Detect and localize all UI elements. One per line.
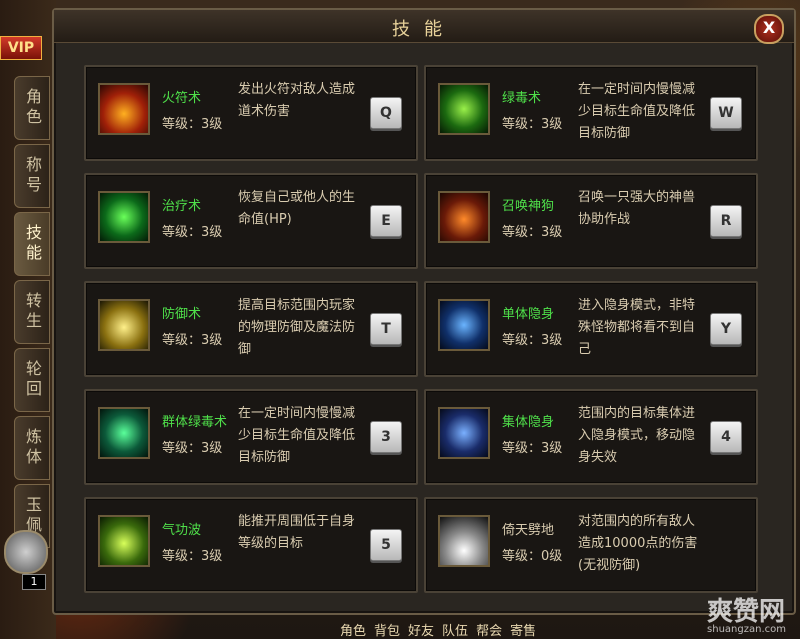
group-stealth-icon[interactable]: [438, 407, 490, 459]
skill-card[interactable]: 绿毒术 等级：3级 在一定时间内慢慢减少目标生命值及降低目标防御 W: [424, 65, 758, 161]
skill-level: 等级：3级: [502, 333, 563, 348]
menu-guild[interactable]: 帮会: [476, 620, 502, 639]
skill-name: 集体隐身: [502, 415, 555, 430]
hotkey-button[interactable]: Y: [710, 313, 742, 345]
skill-name: 治疗术: [162, 199, 202, 214]
skill-description: 对范围内的所有敌人造成10000点的伤害(无视防御): [578, 514, 698, 573]
skill-card[interactable]: 集体隐身 等级：3级 范围内的目标集体进入隐身模式，移动隐身失效 4: [424, 389, 758, 485]
hotkey-button[interactable]: E: [370, 205, 402, 237]
skill-name: 绿毒术: [502, 91, 542, 106]
stealth-icon[interactable]: [438, 299, 490, 351]
hotkey-button[interactable]: W: [710, 97, 742, 129]
hotkey-button[interactable]: Q: [370, 97, 402, 129]
tab-skills[interactable]: 技能: [14, 212, 50, 276]
site-watermark: 爽赞网 shuangzan.com: [707, 591, 786, 635]
skill-level: 等级：0级: [502, 549, 563, 564]
skill-description: 范围内的目标集体进入隐身模式，移动隐身失效: [578, 406, 696, 465]
skill-name: 召唤神狗: [502, 199, 555, 214]
skill-description: 进入隐身模式，非特殊怪物都将看不到自己: [578, 298, 696, 357]
skill-description: 在一定时间内慢慢减少目标生命值及降低目标防御: [578, 82, 696, 141]
skill-name: 群体绿毒术: [162, 415, 228, 430]
skill-card[interactable]: 群体绿毒术 等级：3级 在一定时间内慢慢减少目标生命值及降低目标防御 3: [84, 389, 418, 485]
defense-icon[interactable]: [98, 299, 150, 351]
menu-character[interactable]: 角色: [340, 620, 366, 639]
skill-level: 等级：3级: [502, 117, 563, 132]
skill-description: 在一定时间内慢慢减少目标生命值及降低目标防御: [238, 406, 356, 465]
tab-reincarnation[interactable]: 轮回: [14, 348, 50, 412]
skill-name: 单体隐身: [502, 307, 555, 322]
title-bar: 技能 X: [54, 10, 794, 44]
hotkey-button[interactable]: 5: [370, 529, 402, 561]
tab-body-refining[interactable]: 炼体: [14, 416, 50, 480]
skill-description: 召唤一只强大的神兽协助作战: [578, 190, 696, 227]
watermark-main: 爽赞网: [707, 597, 786, 627]
skill-level: 等级：3级: [502, 441, 563, 456]
skill-name: 气功波: [162, 523, 202, 538]
poison-icon[interactable]: [438, 83, 490, 135]
skill-name: 火符术: [162, 91, 202, 106]
bottom-menu: 角色 背包 好友 队伍 帮会 寄售: [340, 620, 640, 639]
menu-bag[interactable]: 背包: [374, 620, 400, 639]
close-button[interactable]: X: [754, 14, 784, 44]
hotkey-button[interactable]: 4: [710, 421, 742, 453]
skill-level: 等级：3级: [162, 117, 223, 132]
group-poison-icon[interactable]: [98, 407, 150, 459]
menu-consign[interactable]: 寄售: [510, 620, 536, 639]
heal-icon[interactable]: [98, 191, 150, 243]
slot-count: 1: [22, 574, 46, 590]
fire-talisman-icon[interactable]: [98, 83, 150, 135]
skill-name: 倚天劈地: [502, 523, 555, 538]
skill-card[interactable]: 召唤神狗 等级：3级 召唤一只强大的神兽协助作战 R: [424, 173, 758, 269]
side-tab-bar: 角色 称号 技能 转生 轮回 炼体 玉佩: [14, 76, 50, 552]
vip-badge[interactable]: VIP: [0, 36, 42, 60]
skill-description: 能推开周围低于自身等级的目标: [238, 514, 356, 551]
watermark-sub: shuangzan.com: [707, 624, 786, 635]
summon-dog-icon[interactable]: [438, 191, 490, 243]
skill-card[interactable]: 防御术 等级：3级 提高目标范围内玩家的物理防御及魔法防御 T: [84, 281, 418, 377]
menu-friends[interactable]: 好友: [408, 620, 434, 639]
tab-rebirth[interactable]: 转生: [14, 280, 50, 344]
skill-level: 等级：3级: [162, 441, 223, 456]
skill-level: 等级：3级: [162, 549, 223, 564]
tab-character[interactable]: 角色: [14, 76, 50, 140]
tab-title[interactable]: 称号: [14, 144, 50, 208]
skill-card[interactable]: 单体隐身 等级：3级 进入隐身模式，非特殊怪物都将看不到自己 Y: [424, 281, 758, 377]
skill-description: 发出火符对敌人造成道术伤害: [238, 82, 356, 119]
hotkey-button[interactable]: T: [370, 313, 402, 345]
skill-name: 防御术: [162, 307, 202, 322]
skill-level: 等级：3级: [162, 225, 223, 240]
heaven-field-icon[interactable]: [438, 515, 490, 567]
skill-card[interactable]: 火符术 等级：3级 发出火符对敌人造成道术伤害 Q: [84, 65, 418, 161]
skill-level: 等级：3级: [502, 225, 563, 240]
menu-team[interactable]: 队伍: [442, 620, 468, 639]
qigong-wave-icon[interactable]: [98, 515, 150, 567]
hotkey-button[interactable]: 3: [370, 421, 402, 453]
quick-slot-icon[interactable]: [4, 530, 48, 574]
skills-window: 技能 X 火符术 等级：3级 发出火符对敌人造成道术伤害 Q 绿毒术 等级：3级…: [52, 8, 796, 615]
window-title: 技能: [392, 19, 456, 40]
skill-description: 提高目标范围内玩家的物理防御及魔法防御: [238, 298, 356, 357]
skill-description: 恢复自己或他人的生命值(HP): [238, 190, 356, 227]
hotkey-button[interactable]: R: [710, 205, 742, 237]
skill-card[interactable]: 倚天劈地 等级：0级 对范围内的所有敌人造成10000点的伤害(无视防御): [424, 497, 758, 593]
skill-card[interactable]: 气功波 等级：3级 能推开周围低于自身等级的目标 5: [84, 497, 418, 593]
skill-level: 等级：3级: [162, 333, 223, 348]
skill-card[interactable]: 治疗术 等级：3级 恢复自己或他人的生命值(HP) E: [84, 173, 418, 269]
